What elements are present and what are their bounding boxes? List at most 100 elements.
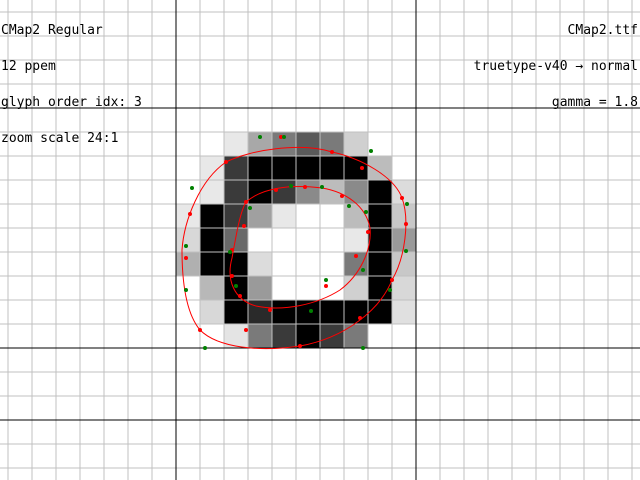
off-curve-point bbox=[184, 244, 188, 248]
glyph-pixel bbox=[296, 132, 320, 156]
off-curve-point bbox=[203, 346, 207, 350]
glyph-pixel bbox=[368, 300, 392, 324]
on-curve-point bbox=[274, 188, 278, 192]
glyph-pixel bbox=[272, 180, 296, 204]
glyph-pixel bbox=[200, 252, 224, 276]
glyph-pixel bbox=[248, 252, 272, 276]
ppem-label: 12 ppem bbox=[1, 59, 56, 74]
on-curve-point bbox=[390, 278, 394, 282]
glyph-pixel bbox=[344, 228, 368, 252]
glyph-pixel bbox=[224, 156, 248, 180]
on-curve-point bbox=[242, 224, 246, 228]
on-curve-point bbox=[244, 328, 248, 332]
glyph-pixel bbox=[392, 228, 416, 252]
glyph-index-label: glyph order idx: 3 bbox=[1, 95, 142, 110]
glyph-pixel bbox=[224, 252, 248, 276]
on-curve-point bbox=[298, 344, 302, 348]
glyph-pixel bbox=[248, 180, 272, 204]
glyph-pixel bbox=[224, 228, 248, 252]
glyph-pixel bbox=[296, 180, 320, 204]
glyph-pixel bbox=[368, 204, 392, 228]
glyph-pixel bbox=[224, 180, 248, 204]
glyph-pixel bbox=[368, 180, 392, 204]
glyph-pixel bbox=[272, 300, 296, 324]
glyph-pixel bbox=[200, 300, 224, 324]
on-curve-point bbox=[358, 316, 362, 320]
on-curve-point bbox=[360, 166, 364, 170]
on-curve-point bbox=[268, 308, 272, 312]
off-curve-point bbox=[320, 185, 324, 189]
on-curve-point bbox=[224, 160, 228, 164]
off-curve-point bbox=[258, 135, 262, 139]
glyph-pixel bbox=[344, 324, 368, 348]
on-curve-point bbox=[230, 274, 234, 278]
glyph-pixel bbox=[224, 132, 248, 156]
glyph-pixel bbox=[392, 300, 416, 324]
glyph-pixel bbox=[320, 156, 344, 180]
off-curve-point bbox=[324, 278, 328, 282]
off-curve-point bbox=[289, 184, 293, 188]
glyph-pixel bbox=[176, 252, 200, 276]
glyph-grid-view[interactable]: CMap2 Regular 12 ppem glyph order idx: 3… bbox=[0, 0, 640, 480]
off-curve-point bbox=[364, 210, 368, 214]
on-curve-point bbox=[404, 222, 408, 226]
hinting-mode-label: truetype-v40 → normal bbox=[473, 59, 638, 74]
glyph-pixel bbox=[248, 300, 272, 324]
on-curve-point bbox=[184, 256, 188, 260]
off-curve-point bbox=[228, 250, 232, 254]
on-curve-point bbox=[400, 196, 404, 200]
on-curve-point bbox=[303, 185, 307, 189]
on-curve-point bbox=[330, 150, 334, 154]
glyph-pixel bbox=[176, 228, 200, 252]
glyph-pixel bbox=[200, 180, 224, 204]
off-curve-point bbox=[282, 135, 286, 139]
off-curve-point bbox=[361, 268, 365, 272]
on-curve-point bbox=[238, 294, 242, 298]
font-name-label: CMap2 Regular bbox=[1, 23, 103, 38]
off-curve-point bbox=[405, 202, 409, 206]
font-info-left: CMap2 Regular 12 ppem glyph order idx: 3… bbox=[1, 1, 142, 169]
glyph-pixel bbox=[248, 276, 272, 300]
glyph-pixel bbox=[368, 156, 392, 180]
glyph-pixel bbox=[344, 132, 368, 156]
glyph-pixel bbox=[344, 180, 368, 204]
off-curve-point bbox=[184, 288, 188, 292]
off-curve-point bbox=[190, 186, 194, 190]
glyph-pixel bbox=[272, 156, 296, 180]
glyph-pixel bbox=[176, 204, 200, 228]
on-curve-point bbox=[324, 284, 328, 288]
off-curve-point bbox=[388, 288, 392, 292]
off-curve-point bbox=[361, 346, 365, 350]
on-curve-point bbox=[366, 230, 370, 234]
glyph-pixel bbox=[344, 204, 368, 228]
glyph-pixel bbox=[248, 324, 272, 348]
off-curve-point bbox=[404, 249, 408, 253]
glyph-pixel bbox=[320, 180, 344, 204]
glyph-pixel bbox=[272, 204, 296, 228]
font-file-label: CMap2.ttf bbox=[567, 23, 638, 38]
glyph-pixel bbox=[248, 156, 272, 180]
glyph-pixel bbox=[368, 228, 392, 252]
glyph-pixel bbox=[200, 156, 224, 180]
glyph-pixel bbox=[392, 276, 416, 300]
on-curve-point bbox=[198, 328, 202, 332]
glyph-pixel bbox=[272, 324, 296, 348]
glyph-pixel bbox=[296, 156, 320, 180]
glyph-pixel bbox=[200, 228, 224, 252]
on-curve-point bbox=[188, 212, 192, 216]
off-curve-point bbox=[309, 309, 313, 313]
glyph-pixel bbox=[200, 276, 224, 300]
glyph-pixel bbox=[344, 300, 368, 324]
glyph-pixel bbox=[224, 300, 248, 324]
on-curve-point bbox=[354, 254, 358, 258]
off-curve-point bbox=[347, 204, 351, 208]
on-curve-point bbox=[340, 194, 344, 198]
glyph-pixel bbox=[392, 180, 416, 204]
glyph-pixel bbox=[368, 252, 392, 276]
gamma-label: gamma = 1.8 bbox=[551, 95, 638, 110]
off-curve-point bbox=[234, 284, 238, 288]
glyph-pixel bbox=[344, 276, 368, 300]
on-curve-point bbox=[244, 200, 248, 204]
glyph-pixel bbox=[200, 204, 224, 228]
off-curve-point bbox=[248, 206, 252, 210]
